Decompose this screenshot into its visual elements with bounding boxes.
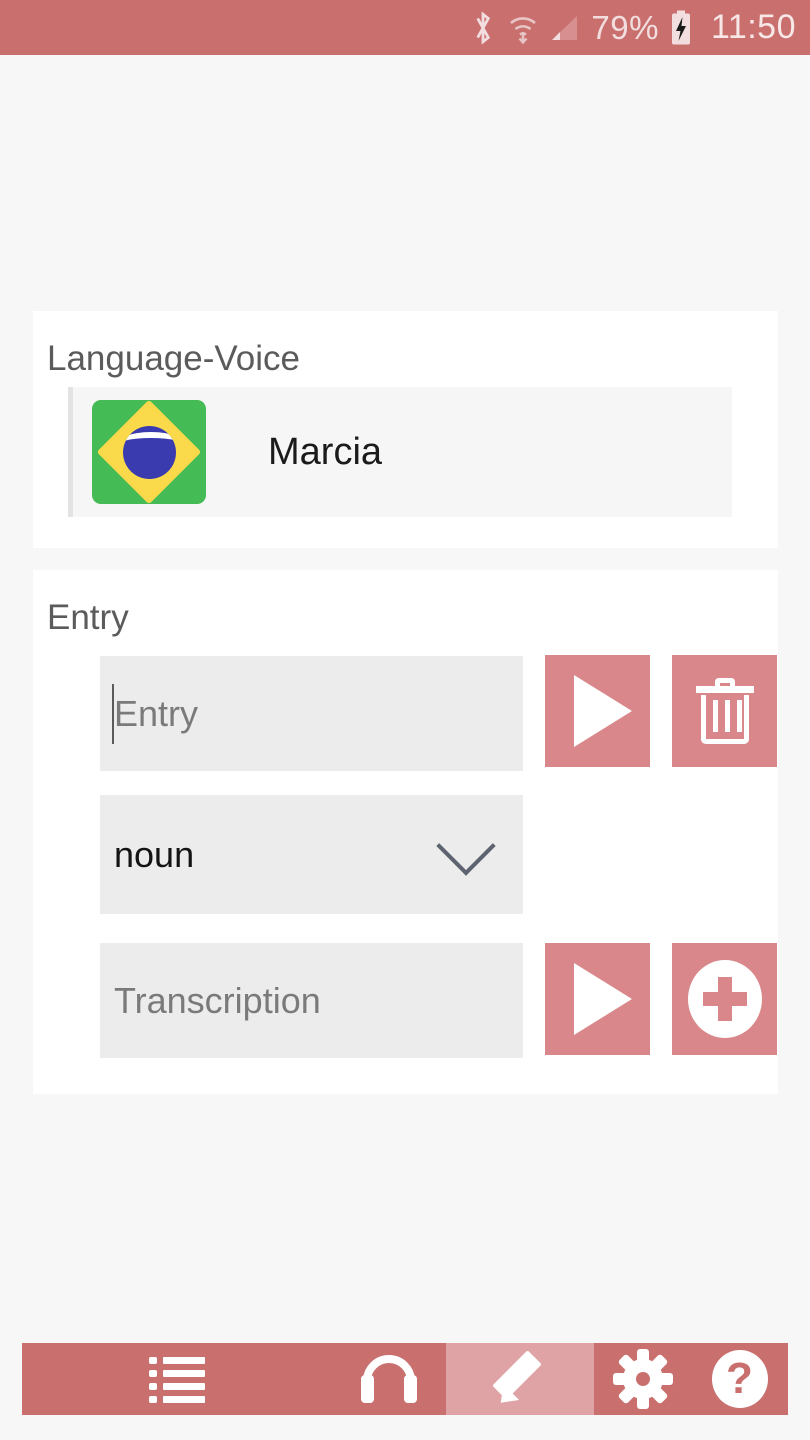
nav-item-listen[interactable] xyxy=(332,1343,446,1415)
part-of-speech-value: noun xyxy=(114,833,195,875)
transcription-input[interactable]: Transcription xyxy=(100,943,523,1058)
list-icon xyxy=(149,1356,205,1403)
wifi-down-icon xyxy=(507,12,539,44)
transcription-input-placeholder: Transcription xyxy=(114,979,321,1021)
status-clock: 11:50 xyxy=(703,8,796,47)
app-screen: 79% 11:50 Language-Voice Marcia Entry En… xyxy=(0,0,810,1440)
entry-card: Entry Entry noun Transcription xyxy=(33,570,778,1094)
cellular-signal-icon xyxy=(550,13,580,43)
battery-percent-label: 79% xyxy=(591,9,659,46)
voice-row-accent-bar xyxy=(68,387,73,517)
transcription-field-row: Transcription xyxy=(100,943,523,1058)
entry-play-button[interactable] xyxy=(545,655,650,767)
entry-delete-button[interactable] xyxy=(672,655,777,767)
nav-item-edit[interactable] xyxy=(446,1343,594,1415)
part-of-speech-row: noun xyxy=(100,795,523,914)
language-voice-card: Language-Voice Marcia xyxy=(33,311,778,548)
play-icon xyxy=(573,963,632,1035)
entry-input-placeholder: Entry xyxy=(114,692,199,734)
part-of-speech-select[interactable]: noun xyxy=(100,795,523,914)
chevron-down-icon xyxy=(436,815,496,876)
help-icon: ? xyxy=(711,1350,768,1408)
gear-icon xyxy=(612,1349,673,1409)
nav-item-help[interactable]: ? xyxy=(691,1343,788,1415)
language-voice-title: Language-Voice xyxy=(47,339,300,378)
bottom-navigation-bar: ? xyxy=(22,1343,788,1415)
voice-name: Marcia xyxy=(268,430,383,473)
trash-icon xyxy=(695,678,754,744)
entry-input[interactable]: Entry xyxy=(100,656,523,771)
nav-item-settings[interactable] xyxy=(594,1343,691,1415)
text-caret xyxy=(112,684,114,744)
entry-card-title: Entry xyxy=(47,598,129,637)
entry-field-row: Entry xyxy=(100,656,523,771)
clock-label: 11:50 xyxy=(710,8,796,46)
battery-charging-icon xyxy=(670,10,692,46)
add-circle-icon xyxy=(687,960,762,1038)
play-icon xyxy=(573,675,632,747)
battery-percent: 79% xyxy=(591,11,659,44)
headphones-icon xyxy=(359,1355,419,1403)
nav-item-list[interactable] xyxy=(22,1343,332,1415)
transcription-add-button[interactable] xyxy=(672,943,777,1055)
status-bar: 79% 11:50 xyxy=(0,0,810,55)
voice-row[interactable]: Marcia xyxy=(68,387,732,517)
pencil-icon xyxy=(492,1350,547,1411)
bluetooth-icon xyxy=(470,10,496,45)
transcription-play-button[interactable] xyxy=(545,943,650,1055)
brazil-flag-icon xyxy=(92,400,206,504)
